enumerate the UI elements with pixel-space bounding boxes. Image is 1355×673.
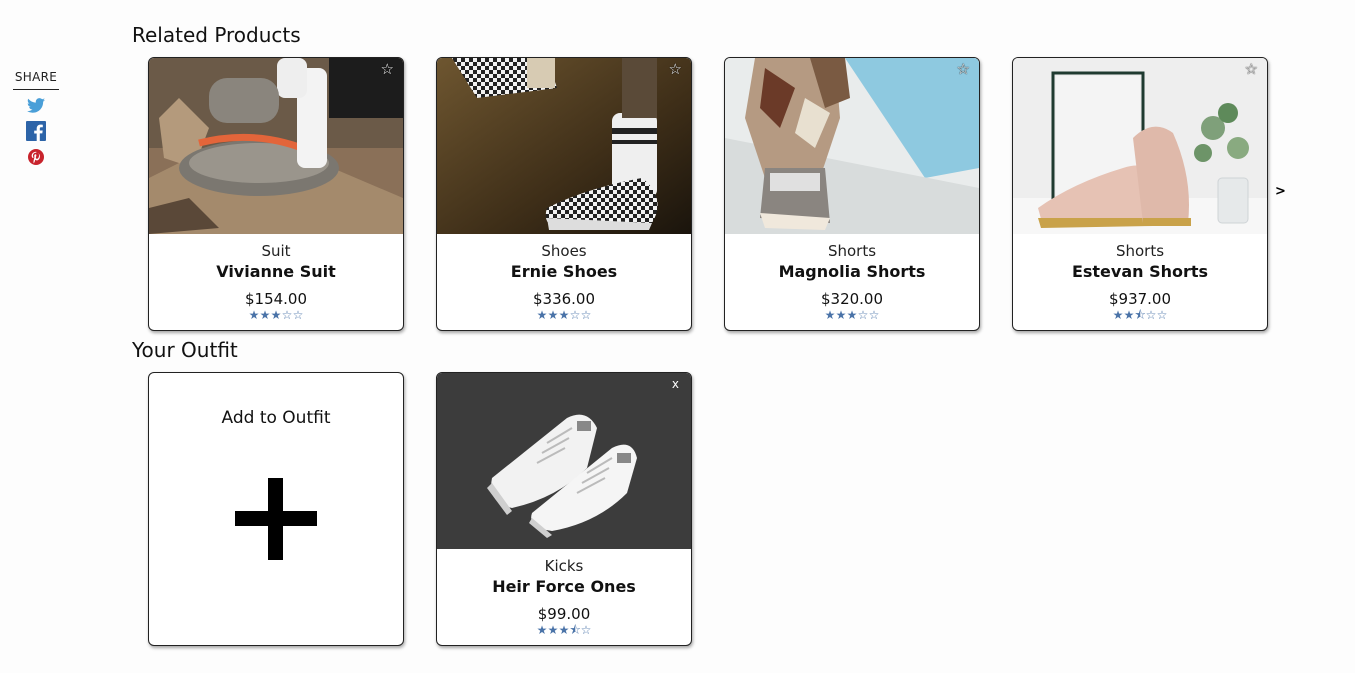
favorite-star-icon[interactable]: ☆ <box>381 61 394 77</box>
favorite-star-icon[interactable]: ☆ <box>957 61 970 77</box>
product-price: $937.00 <box>1108 290 1172 308</box>
carousel-next-button[interactable]: > <box>1275 184 1286 199</box>
rating-star-icon: ⯪ <box>1134 308 1146 322</box>
product-card[interactable]: ☆ Shorts Estevan Shorts $937.00 ★★⯪☆☆ <box>1012 57 1268 331</box>
facebook-icon[interactable] <box>26 121 46 141</box>
rating-star-icon: ☆ <box>569 308 581 322</box>
rating-star-icon: ★ <box>536 623 548 637</box>
product-category: Suit <box>261 242 291 260</box>
outfit-carousel: Add to Outfit x Kicks Heir Force Ones $9… <box>148 372 692 646</box>
product-category: Shorts <box>1115 242 1165 260</box>
rating-star-icon: ★ <box>259 308 271 322</box>
star-rating: ★★★☆☆ <box>725 308 979 322</box>
rating-star-icon: ★ <box>248 308 260 322</box>
product-name: Heir Force Ones <box>492 577 636 596</box>
product-image: ☆ <box>149 58 403 234</box>
favorite-star-icon[interactable]: ☆ <box>1245 61 1258 77</box>
rating-star-icon: ★ <box>1112 308 1124 322</box>
star-rating: ★★★☆☆ <box>149 308 403 322</box>
product-price: $154.00 <box>244 290 308 308</box>
rating-star-icon: ★ <box>270 308 282 322</box>
star-rating: ★★★⯪☆ <box>437 623 691 637</box>
related-products-carousel: ☆ Suit Vivianne Suit $154.00 ★★★☆☆ ☆ Sho… <box>148 57 1268 331</box>
rating-star-icon: ★ <box>846 308 858 322</box>
product-card[interactable]: ☆ Shorts Magnolia Shorts $320.00 ★★★☆☆ <box>724 57 980 331</box>
related-products-heading: Related Products <box>132 23 301 47</box>
rating-star-icon: ★ <box>536 308 548 322</box>
product-price: $336.00 <box>532 290 596 308</box>
remove-outfit-button[interactable]: x <box>672 377 679 391</box>
favorite-star-icon[interactable]: ☆ <box>669 61 682 77</box>
product-image: ☆ <box>437 58 691 234</box>
outfit-item-card[interactable]: x Kicks Heir Force Ones $99.00 ★★★⯪☆ <box>436 372 692 646</box>
add-to-outfit-label: Add to Outfit <box>221 408 331 428</box>
product-card[interactable]: ☆ Shoes Ernie Shoes $336.00 ★★★☆☆ <box>436 57 692 331</box>
rating-star-icon: ★ <box>547 308 559 322</box>
product-category: Shoes <box>541 242 587 260</box>
product-name: Vivianne Suit <box>216 262 336 281</box>
add-to-outfit-card[interactable]: Add to Outfit <box>148 372 404 646</box>
star-rating: ★★★☆☆ <box>437 308 691 322</box>
rating-star-icon: ★ <box>558 623 570 637</box>
rating-star-icon: ⯪ <box>569 623 581 637</box>
your-outfit-heading: Your Outfit <box>132 338 238 362</box>
product-category: Kicks <box>544 557 584 575</box>
twitter-icon[interactable] <box>27 98 45 113</box>
plus-icon <box>235 478 317 560</box>
product-name: Estevan Shorts <box>1071 262 1209 281</box>
rating-star-icon: ☆ <box>281 308 293 322</box>
rating-star-icon: ☆ <box>868 308 880 322</box>
product-image: ☆ <box>1013 58 1267 234</box>
rating-star-icon: ☆ <box>857 308 869 322</box>
product-price: $99.00 <box>537 605 591 623</box>
product-category: Shorts <box>827 242 877 260</box>
product-name: Ernie Shoes <box>510 262 618 281</box>
rating-star-icon: ☆ <box>580 623 592 637</box>
rating-star-icon: ★ <box>835 308 847 322</box>
product-name: Magnolia Shorts <box>778 262 926 281</box>
share-label: SHARE <box>13 70 59 90</box>
rating-star-icon: ☆ <box>1145 308 1157 322</box>
rating-star-icon: ★ <box>824 308 836 322</box>
rating-star-icon: ★ <box>1123 308 1135 322</box>
rating-star-icon: ★ <box>547 623 559 637</box>
rating-star-icon: ☆ <box>292 308 304 322</box>
product-card[interactable]: ☆ Suit Vivianne Suit $154.00 ★★★☆☆ <box>148 57 404 331</box>
page: SHARE Related Products ☆ Suit Vivianne S… <box>0 0 1355 673</box>
rating-star-icon: ☆ <box>580 308 592 322</box>
product-image: ☆ <box>725 58 979 234</box>
star-rating: ★★⯪☆☆ <box>1013 308 1267 322</box>
pinterest-icon[interactable] <box>28 149 44 165</box>
rating-star-icon: ★ <box>558 308 570 322</box>
product-price: $320.00 <box>820 290 884 308</box>
rating-star-icon: ☆ <box>1156 308 1168 322</box>
share-panel: SHARE <box>13 70 59 165</box>
product-image: x <box>437 373 691 549</box>
